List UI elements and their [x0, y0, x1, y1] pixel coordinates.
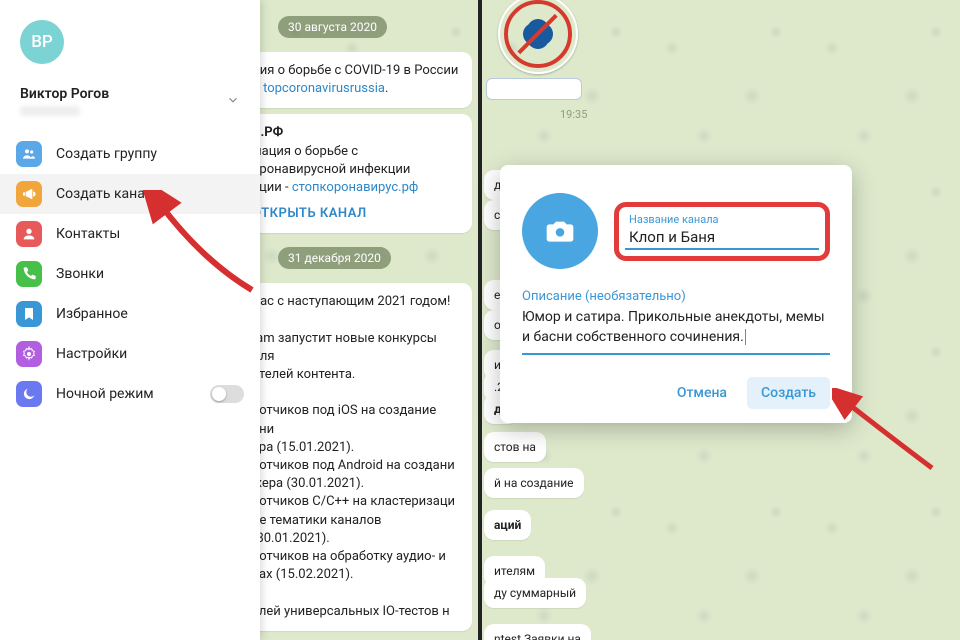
msg-text: Вас с наступающим 2021 годом!: [260, 294, 450, 309]
user-phone-blurred: [20, 106, 80, 116]
left-panel: 30 августа 2020 ция о борьбе с COVID-19 …: [0, 0, 480, 640]
link[interactable]: стопкоронавирус.рф: [292, 180, 419, 195]
menu-item-contacts[interactable]: Контакты: [0, 214, 260, 254]
date-pill: 30 августа 2020: [278, 16, 387, 38]
msg-text: й на создание: [494, 476, 574, 490]
create-button[interactable]: Создать: [747, 377, 830, 409]
link[interactable]: topcoronavirusrussia: [263, 81, 385, 96]
channel-name-label: Название канала: [629, 213, 815, 226]
gear-icon: [16, 341, 42, 367]
contact-icon: [16, 221, 42, 247]
bookmark-icon: [16, 301, 42, 327]
msg-text: ботчиков на обработку аудио- и: [260, 549, 446, 564]
message-bubble: ция о борьбе с COVID-19 в России д topco…: [260, 52, 472, 108]
menu-item-label: Звонки: [56, 266, 104, 282]
moon-icon: [16, 381, 42, 407]
message-bubble: аций: [484, 510, 531, 540]
msg-text: ботчиков под iOS на создание ани: [260, 403, 436, 436]
account-switcher[interactable]: Виктор Рогов: [0, 64, 260, 126]
description-label: Описание (необязательно): [522, 289, 830, 304]
msg-text: стов на: [494, 440, 536, 454]
menu-item-create-channel[interactable]: Создать канал: [0, 174, 260, 214]
msg-text: елей универсальных IO-тестов н: [260, 604, 450, 619]
menu-list: Создать группу Создать канал Контакты Звонк…: [0, 126, 260, 414]
message-bubble: стов на: [484, 432, 546, 462]
msg-text: ации -: [260, 180, 292, 195]
msg-text: ду суммарный: [494, 586, 576, 600]
cancel-button[interactable]: Отмена: [663, 377, 741, 409]
menu-item-settings[interactable]: Настройки: [0, 334, 260, 374]
open-channel-link[interactable]: ОТКРЫТЬ КАНАЛ: [260, 205, 460, 223]
megaphone-icon: [16, 181, 42, 207]
description-input[interactable]: Юмор и сатира. Прикольные анекдоты, мемы…: [522, 308, 830, 355]
message-bubble: ду суммарный: [484, 578, 586, 608]
night-mode-toggle[interactable]: [210, 385, 244, 403]
msg-text: ера (15.01.2021).: [260, 440, 354, 455]
msg-text: ботчиков C/C++ на кластеризаци: [260, 494, 455, 509]
message-bubble: С.РФ мация о борьбе с оронавирусной инфе…: [260, 114, 472, 233]
msg-text: ателей контента.: [260, 367, 355, 382]
covid-badge-icon: [498, 0, 578, 74]
msg-text: мация о борьбе с: [260, 144, 358, 159]
menu-item-label: Контакты: [56, 226, 120, 242]
menu-item-label: Создать канал: [56, 186, 153, 202]
msg-text: ие тематики каналов (30.01.2021).: [260, 513, 381, 546]
description-text: Юмор и сатира. Прикольные анекдоты, мемы…: [522, 309, 825, 345]
message-bubble: й на создание: [484, 468, 584, 498]
side-menu: BP Виктор Рогов Создать группу Создать ка…: [0, 0, 260, 640]
date-pill: 31 декабря 2020: [278, 247, 391, 269]
user-name: Виктор Рогов: [20, 86, 240, 102]
msg-text: аций: [494, 518, 521, 532]
channel-name-field-highlight: Название канала Клоп и Баня: [614, 202, 830, 261]
menu-item-label: Создать группу: [56, 146, 157, 162]
menu-item-calls[interactable]: Звонки: [0, 254, 260, 294]
panel-divider: [478, 0, 482, 640]
channel-name-input[interactable]: Клоп и Баня: [629, 228, 815, 246]
msg-title: С.РФ: [260, 125, 283, 140]
menu-item-night[interactable]: Ночной режим: [0, 374, 260, 414]
msg-text: оронавирусной инфекции: [260, 162, 410, 177]
msg-text: ителям: [494, 564, 535, 578]
group-icon: [16, 141, 42, 167]
menu-item-label: Избранное: [56, 306, 128, 322]
menu-item-saved[interactable]: Избранное: [0, 294, 260, 334]
create-channel-dialog: Название канала Клоп и Баня Описание (не…: [500, 165, 852, 423]
msg-text: ботчиков под Android на создани: [260, 458, 455, 473]
msg-text: жера (30.01.2021).: [260, 476, 364, 491]
phone-icon: [16, 261, 42, 287]
message-bubble: ntest Заявки на: [484, 624, 591, 640]
msg-text: ntest Заявки на: [494, 632, 581, 640]
reply-input[interactable]: [486, 78, 582, 100]
add-photo-button[interactable]: [522, 193, 598, 269]
message-bubble: Вас с наступающим 2021 годом! ram запуст…: [260, 283, 472, 630]
menu-item-create-group[interactable]: Создать группу: [0, 134, 260, 174]
menu-item-label: Ночной режим: [56, 386, 154, 402]
chevron-down-icon: [226, 92, 240, 111]
timestamp: 19:35: [560, 108, 587, 121]
camera-icon: [544, 215, 576, 247]
right-panel: 19:35 до срс ение озд иза .20 дис стов н…: [480, 0, 960, 640]
chat-preview-left: 30 августа 2020 ция о борьбе с COVID-19 …: [260, 0, 480, 640]
msg-text: ках (15.02.2021).: [260, 567, 353, 582]
menu-item-label: Настройки: [56, 346, 127, 362]
msg-text: ram запустит новые конкурсы для: [260, 331, 437, 364]
text-caret: [745, 329, 746, 345]
avatar[interactable]: BP: [20, 20, 64, 64]
